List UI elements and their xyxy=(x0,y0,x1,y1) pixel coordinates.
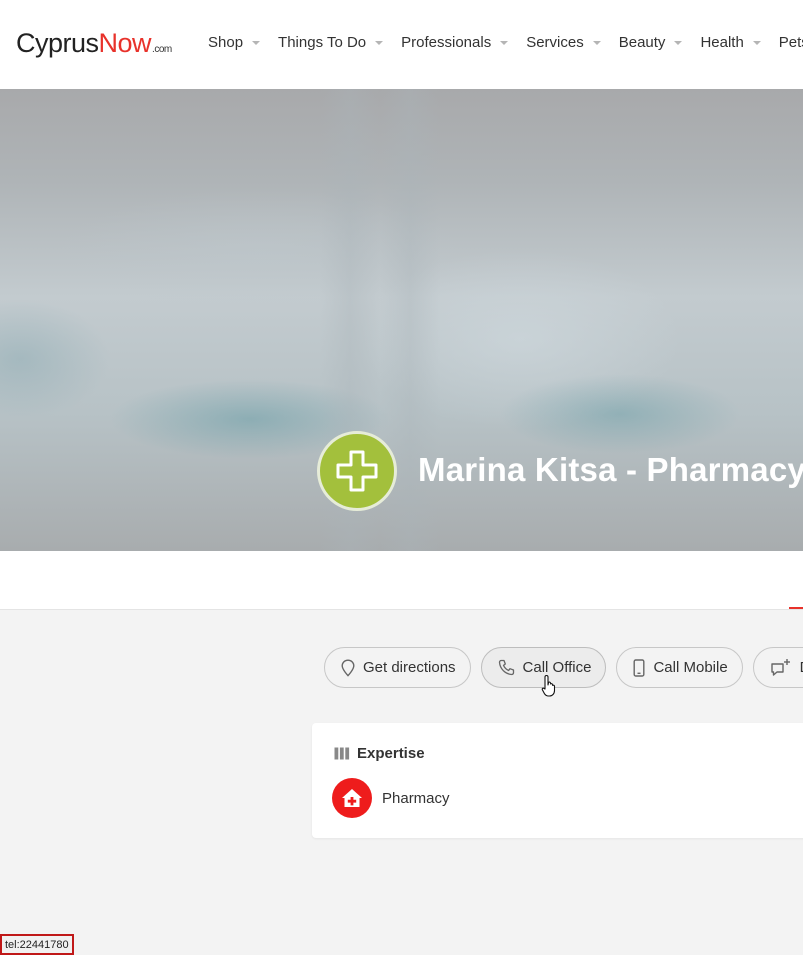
nav-item-label: Pets xyxy=(778,34,803,51)
expertise-item-label: Pharmacy xyxy=(382,789,450,807)
phone-icon xyxy=(498,659,514,676)
chevron-down-icon xyxy=(674,40,683,45)
get-directions-label: Get directions xyxy=(363,659,456,676)
listing-title: Marina Kitsa - Pharmacy xyxy=(418,451,803,488)
nav-item-label: Services xyxy=(526,34,584,51)
house-medical-icon xyxy=(332,778,372,818)
expertise-heading-label: Expertise xyxy=(357,745,425,762)
nav-item-label: Things To Do xyxy=(278,34,367,51)
call-mobile-label: Call Mobile xyxy=(653,659,728,676)
message-button[interactable]: D xyxy=(752,647,803,688)
logo-text-suffix: .com xyxy=(152,44,172,55)
chevron-down-icon xyxy=(592,40,601,45)
nav-item-things-to-do[interactable]: Things To Do xyxy=(278,34,384,51)
site-logo[interactable]: Cyprus Now .com xyxy=(16,28,172,59)
hand-pointer-cursor-icon xyxy=(541,674,556,697)
get-directions-button[interactable]: Get directions xyxy=(324,647,471,688)
nav-item-label: Beauty xyxy=(618,34,666,51)
nav-item-pets[interactable]: Pets xyxy=(779,34,803,51)
chat-add-icon xyxy=(770,658,790,676)
nav-item-health[interactable]: Health xyxy=(700,34,761,51)
chevron-down-icon xyxy=(500,40,509,45)
site-header: Cyprus Now .com Shop Things To Do Professi… xyxy=(0,0,803,89)
map-pin-icon xyxy=(341,658,355,677)
nav-item-professionals[interactable]: Professionals xyxy=(401,34,509,51)
nav-item-shop[interactable]: Shop xyxy=(208,34,261,51)
chevron-down-icon xyxy=(252,40,261,45)
main-nav: Shop Things To Do Professionals Services… xyxy=(208,34,803,51)
active-tab-indicator xyxy=(789,607,803,609)
browser-status-link: tel:22441780 xyxy=(0,934,74,955)
nav-item-beauty[interactable]: Beauty xyxy=(619,34,683,51)
chevron-down-icon xyxy=(375,40,384,45)
nav-item-label: Health xyxy=(700,34,744,51)
logo-text-cyprus: Cyprus xyxy=(16,28,99,58)
mobile-phone-icon xyxy=(633,658,645,677)
logo-text-now: Now xyxy=(98,28,152,58)
nav-item-label: Professionals xyxy=(401,34,492,51)
expertise-item[interactable]: Pharmacy xyxy=(332,778,450,818)
category-badge xyxy=(317,431,397,511)
nav-item-services[interactable]: Services xyxy=(526,34,601,51)
call-mobile-button[interactable]: Call Mobile xyxy=(616,647,743,688)
listing-tabs-bar xyxy=(0,551,803,610)
expertise-card: Expertise Pharmacy xyxy=(312,723,803,838)
nav-item-label: Shop xyxy=(208,34,244,51)
listing-actions: Get directions Call Office Call Mobile D xyxy=(324,647,803,688)
expertise-heading: Expertise xyxy=(334,745,425,762)
medical-cross-icon xyxy=(336,450,378,492)
columns-icon xyxy=(334,747,350,760)
chevron-down-icon xyxy=(752,40,761,45)
hero-banner: Marina Kitsa - Pharmacy xyxy=(0,89,803,551)
